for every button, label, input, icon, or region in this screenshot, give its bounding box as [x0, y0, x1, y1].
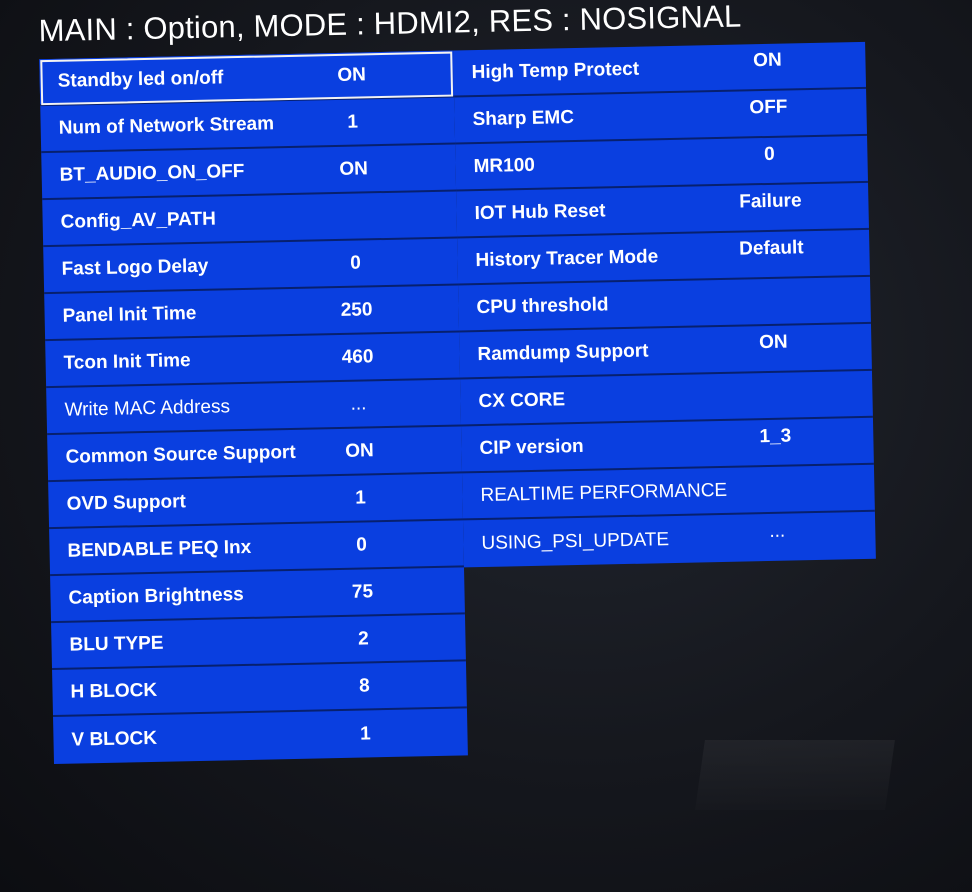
option-value: 2: [357, 627, 369, 650]
option-value: 8: [358, 674, 370, 697]
option-value: ON: [758, 331, 788, 354]
option-label: V BLOCK: [71, 727, 158, 751]
option-value: 1: [347, 111, 359, 133]
option-value: ...: [350, 392, 367, 415]
option-label: BENDABLE PEQ Inx: [67, 536, 252, 562]
option-label: OVD Support: [66, 490, 187, 515]
option-label: Ramdump Support: [477, 339, 649, 365]
option-ramdump-support[interactable]: Ramdump Support ON: [459, 323, 872, 380]
option-value: Failure: [739, 190, 802, 213]
option-value: 0: [763, 143, 775, 166]
right-option-column: High Temp Protect ON Sharp EMC OFF MR100…: [453, 41, 876, 568]
option-high-temp-protect[interactable]: High Temp Protect ON: [453, 41, 867, 98]
option-value: OFF: [749, 96, 788, 119]
option-label: High Temp Protect: [471, 58, 640, 83]
option-value: 1_3: [759, 425, 792, 448]
option-value: ...: [769, 520, 786, 542]
option-label: Sharp EMC: [472, 106, 575, 130]
option-label: MR100: [473, 154, 536, 177]
left-option-column: Standby led on/off ON Num of Network Str…: [39, 50, 468, 765]
option-label: Common Source Support: [65, 441, 296, 468]
option-label: CIP version: [479, 435, 584, 459]
option-value: Default: [738, 237, 804, 260]
option-label: BLU TYPE: [69, 632, 164, 656]
option-label: History Tracer Mode: [475, 245, 659, 271]
option-value: ON: [339, 157, 369, 180]
option-label: Caption Brightness: [68, 583, 244, 609]
option-label: Write MAC Address: [64, 395, 231, 421]
option-value: ON: [337, 63, 367, 86]
option-label: CPU threshold: [476, 293, 609, 318]
option-label: Fast Logo Delay: [61, 255, 209, 280]
option-value: ON: [345, 439, 374, 462]
option-value: 460: [341, 345, 374, 368]
option-value: 1: [359, 722, 371, 745]
screen-glare: [695, 740, 895, 810]
option-label: Config_AV_PATH: [60, 208, 217, 233]
option-label: USING_PSI_UPDATE: [481, 528, 670, 554]
option-value: 0: [355, 533, 367, 556]
option-label: Num of Network Stream: [58, 112, 275, 139]
option-value: 0: [350, 252, 362, 274]
option-value: 250: [340, 298, 373, 321]
menu-title: MAIN : Option, MODE : HDMI2, RES : NOSIG…: [38, 0, 742, 49]
option-label: Panel Init Time: [62, 302, 197, 327]
option-label: H BLOCK: [70, 679, 158, 703]
option-iot-hub-reset[interactable]: IOT Hub Reset Failure: [456, 182, 870, 239]
option-label: REALTIME PERFORMANCE: [480, 479, 728, 506]
option-value: 75: [351, 580, 374, 603]
option-label: BT_AUDIO_ON_OFF: [59, 160, 245, 186]
option-value: 1: [354, 486, 367, 509]
option-label: CX CORE: [478, 388, 566, 412]
option-v-block[interactable]: V BLOCK 1: [53, 708, 468, 764]
option-value: ON: [752, 49, 782, 72]
option-using-psi-update[interactable]: USING_PSI_UPDATE ...: [463, 512, 876, 568]
option-label: Standby led on/off: [57, 66, 224, 92]
option-label: Tcon Init Time: [63, 349, 191, 374]
option-label: IOT Hub Reset: [474, 199, 606, 224]
option-realtime-performance[interactable]: REALTIME PERFORMANCE: [462, 464, 875, 521]
